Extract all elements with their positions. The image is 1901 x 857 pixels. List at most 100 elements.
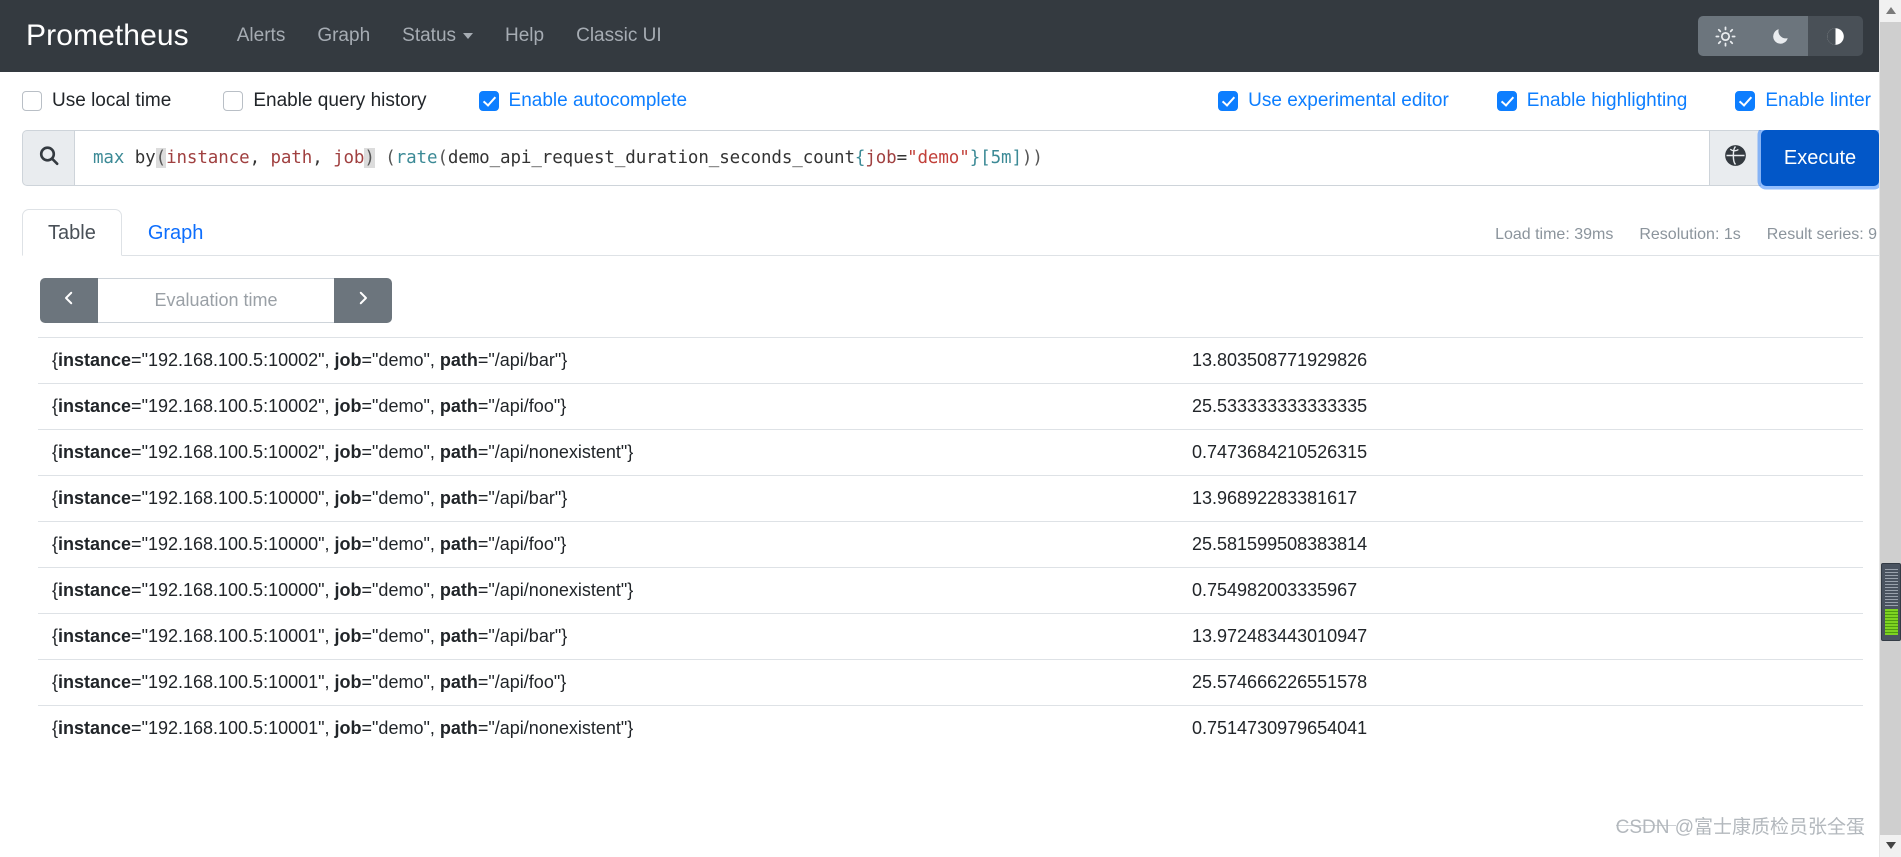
- metric-label-equals: =: [362, 626, 373, 646]
- table-row: {instance="192.168.100.5:10001", job="de…: [38, 706, 1863, 752]
- sun-icon: [1715, 26, 1736, 47]
- metric-label-name: instance: [58, 580, 131, 600]
- query-token: by: [135, 148, 156, 168]
- query-token: path: [270, 148, 312, 168]
- checkbox-enable-autocomplete[interactable]: Enable autocomplete: [479, 90, 688, 112]
- checkbox-box-use-local-time[interactable]: [22, 91, 42, 111]
- table-cell-value: 13.972483443010947: [1178, 614, 1863, 660]
- metric-brace-close: }: [627, 442, 633, 462]
- evaluation-time-next-button[interactable]: [334, 278, 392, 323]
- metric-label-equals: =: [131, 396, 142, 416]
- checkbox-box-enable-autocomplete[interactable]: [479, 91, 499, 111]
- checkbox-box-use-experimental-editor[interactable]: [1218, 91, 1238, 111]
- checkbox-enable-linter[interactable]: Enable linter: [1735, 90, 1871, 112]
- query-token: [: [980, 148, 990, 168]
- metric-label-value: "192.168.100.5:10000": [142, 488, 325, 508]
- evaluation-time-prev-button[interactable]: [40, 278, 98, 323]
- scrollbar-up-button[interactable]: [1880, 0, 1901, 22]
- metric-label-value: "/api/bar": [488, 350, 561, 370]
- table-row: {instance="192.168.100.5:10000", job="de…: [38, 568, 1863, 614]
- theme-light-button[interactable]: [1698, 16, 1753, 56]
- chevron-left-icon: [60, 289, 78, 312]
- metric-brace-close: }: [560, 534, 566, 554]
- metric-label-equals: =: [131, 718, 142, 738]
- metric-label-value: "192.168.100.5:10002": [142, 350, 325, 370]
- table-row: {instance="192.168.100.5:10002", job="de…: [38, 430, 1863, 476]
- checkbox-label-enable-highlighting: Enable highlighting: [1527, 90, 1688, 112]
- metric-label-name: job: [335, 718, 362, 738]
- brand-logo[interactable]: Prometheus: [26, 19, 189, 53]
- evaluation-time-input[interactable]: Evaluation time: [98, 278, 334, 323]
- scrollbar-down-button[interactable]: [1880, 835, 1901, 857]
- metric-label-value: "/api/bar": [488, 626, 561, 646]
- metric-label-equals: =: [131, 672, 142, 692]
- scrollbar-track[interactable]: [1880, 22, 1901, 835]
- half-circle-icon: [1825, 26, 1846, 47]
- metric-label-name: instance: [58, 350, 131, 370]
- metric-label-name: path: [440, 442, 478, 462]
- nav-link-status[interactable]: Status: [386, 17, 489, 55]
- scroll-down-arrow-icon: [1885, 837, 1897, 855]
- table-cell-metric: {instance="192.168.100.5:10000", job="de…: [38, 568, 1178, 614]
- tab-graph[interactable]: Graph: [122, 209, 230, 256]
- query-token: (: [385, 148, 395, 168]
- metric-label-equals: =: [478, 580, 489, 600]
- options-right-group: Use experimental editor Enable highlight…: [1170, 72, 1871, 130]
- query-token: ): [1032, 148, 1042, 168]
- metric-label-equals: =: [478, 488, 489, 508]
- search-icon-box: [22, 130, 74, 186]
- metric-label-equals: =: [478, 396, 489, 416]
- metric-label-value: "/api/foo": [488, 672, 560, 692]
- nav-link-graph[interactable]: Graph: [301, 17, 386, 55]
- metric-label-value: "/api/nonexistent": [488, 442, 627, 462]
- metric-label-equals: =: [362, 672, 373, 692]
- metric-label-equals: =: [478, 350, 489, 370]
- checkbox-box-enable-highlighting[interactable]: [1497, 91, 1517, 111]
- table-cell-value: 0.754982003335967: [1178, 568, 1863, 614]
- metric-label-name: path: [440, 534, 478, 554]
- metric-label-separator: ,: [430, 442, 440, 462]
- metric-label-separator: ,: [430, 672, 440, 692]
- nav-link-help[interactable]: Help: [489, 17, 560, 55]
- checkbox-enable-highlighting[interactable]: Enable highlighting: [1497, 90, 1688, 112]
- query-input[interactable]: max by(instance, path, job) (rate(demo_a…: [74, 130, 1709, 186]
- execute-button[interactable]: Execute: [1761, 130, 1879, 186]
- query-token: [124, 148, 134, 168]
- metric-label-name: instance: [58, 672, 131, 692]
- checkbox-enable-query-history[interactable]: Enable query history: [223, 90, 426, 112]
- table-row: {instance="192.168.100.5:10001", job="de…: [38, 614, 1863, 660]
- query-token: demo_api_request_duration_seconds_count: [448, 148, 855, 168]
- table-cell-value: 25.533333333333335: [1178, 384, 1863, 430]
- table-cell-metric: {instance="192.168.100.5:10000", job="de…: [38, 522, 1178, 568]
- globe-icon-box[interactable]: [1709, 130, 1761, 186]
- table-row: {instance="192.168.100.5:10002", job="de…: [38, 384, 1863, 430]
- metric-label-name: instance: [58, 396, 131, 416]
- checkbox-use-experimental-editor[interactable]: Use experimental editor: [1218, 90, 1449, 112]
- checkbox-box-enable-query-history[interactable]: [223, 91, 243, 111]
- theme-auto-button[interactable]: [1808, 16, 1863, 56]
- nav-link-alerts[interactable]: Alerts: [221, 17, 302, 55]
- query-token: rate: [396, 148, 438, 168]
- checkbox-use-local-time[interactable]: Use local time: [22, 90, 171, 112]
- metric-label-separator: ,: [430, 580, 440, 600]
- metric-brace-close: }: [561, 488, 567, 508]
- checkbox-label-enable-linter: Enable linter: [1765, 90, 1871, 112]
- metric-label-separator: ,: [325, 718, 335, 738]
- query-token: job: [865, 148, 896, 168]
- metric-label-separator: ,: [325, 442, 335, 462]
- metric-label-equals: =: [362, 488, 373, 508]
- tab-table[interactable]: Table: [22, 209, 122, 256]
- metric-label-separator: ,: [325, 672, 335, 692]
- metric-label-value: "demo": [372, 350, 430, 370]
- scrollbar-thumb[interactable]: [1881, 563, 1901, 641]
- metric-label-equals: =: [131, 626, 142, 646]
- metric-label-equals: =: [478, 672, 489, 692]
- checkbox-box-enable-linter[interactable]: [1735, 91, 1755, 111]
- metric-label-name: instance: [58, 442, 131, 462]
- nav-link-classic-ui[interactable]: Classic UI: [560, 17, 678, 55]
- metric-label-equals: =: [362, 534, 373, 554]
- table-cell-metric: {instance="192.168.100.5:10001", job="de…: [38, 706, 1178, 752]
- page-scrollbar[interactable]: [1879, 0, 1901, 857]
- theme-dark-button[interactable]: [1753, 16, 1808, 56]
- metric-label-separator: ,: [325, 396, 335, 416]
